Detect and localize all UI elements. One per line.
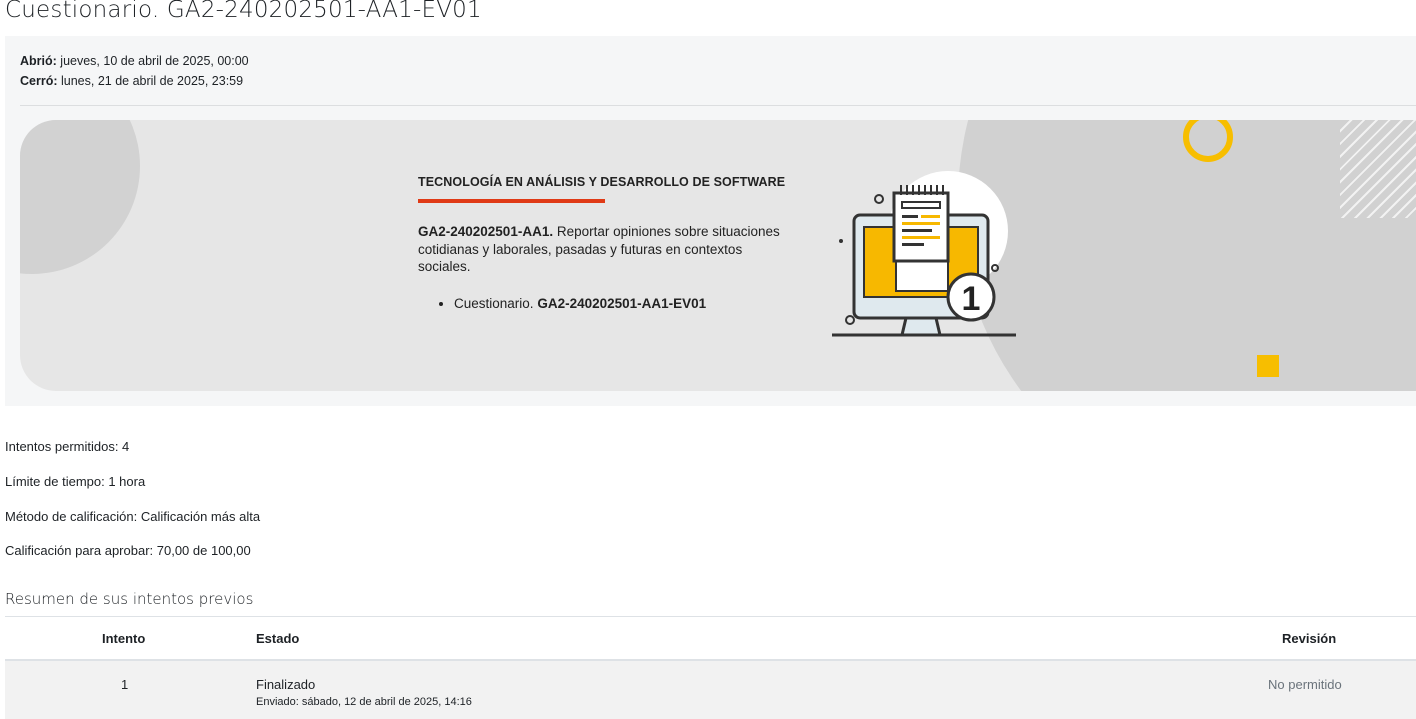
closed-value: lunes, 21 de abril de 2025, 23:59 — [61, 74, 244, 88]
bullet-code: GA2-240202501-AA1-EV01 — [537, 295, 707, 311]
activity-bullet-list: Cuestionario. GA2-240202501-AA1-EV01 — [418, 296, 788, 311]
column-header-state: Estado — [256, 631, 300, 646]
attempts-summary-heading: Resumen de sus intentos previos — [5, 590, 254, 608]
attempt-number: 1 — [121, 677, 129, 692]
program-title: TECNOLOGÍA EN ANÁLISIS Y DESARROLLO DE S… — [418, 175, 786, 189]
column-header-review: Revisión — [1282, 631, 1337, 646]
attempt-submitted-date: Enviado: sábado, 12 de abril de 2025, 14… — [256, 696, 472, 708]
column-header-attempt: Intento — [102, 631, 146, 646]
table-row — [5, 661, 1416, 719]
banner-decoration-square — [1257, 355, 1279, 377]
activity-bullet-item: Cuestionario. GA2-240202501-AA1-EV01 — [454, 296, 788, 311]
page-title: Cuestionario. GA2-240202501-AA1-EV01 — [5, 0, 482, 23]
banner-decoration-stripes — [1340, 120, 1416, 218]
activity-description: GA2-240202501-AA1. Reportar opiniones so… — [418, 223, 788, 276]
dates-divider — [20, 105, 1416, 106]
attempt-review-status: No permitido — [1268, 677, 1342, 692]
opened-label: Abrió: — [20, 54, 57, 68]
opened-value: jueves, 10 de abril de 2025, 00:00 — [60, 54, 249, 68]
banner-decoration-circle-left — [20, 120, 140, 274]
activity-dates: Abrió: jueves, 10 de abril de 2025, 00:0… — [20, 51, 249, 91]
attempts-allowed: Intentos permitidos: 4 — [5, 439, 130, 454]
quiz-computer-illustration: 1 — [832, 171, 1016, 337]
time-limit: Límite de tiempo: 1 hora — [5, 474, 146, 489]
banner-text: TECNOLOGÍA EN ANÁLISIS Y DESARROLLO DE S… — [418, 175, 788, 311]
activity-information: Abrió: jueves, 10 de abril de 2025, 00:0… — [5, 36, 1416, 406]
monitor-stand — [900, 316, 942, 337]
grade-to-pass: Calificación para aprobar: 70,00 de 100,… — [5, 543, 251, 558]
grading-method: Método de calificación: Calificación más… — [5, 509, 261, 524]
number-badge-label: 1 — [962, 280, 981, 318]
closed-date: Cerró: lunes, 21 de abril de 2025, 23:59 — [20, 71, 249, 91]
program-title-underline — [418, 199, 605, 203]
attempt-state: Finalizado — [256, 677, 316, 692]
closed-label: Cerró: — [20, 74, 58, 88]
table-top-rule — [5, 616, 1416, 617]
activity-banner: TECNOLOGÍA EN ANÁLISIS Y DESARROLLO DE S… — [20, 120, 1416, 391]
bullet-prefix: Cuestionario. — [454, 295, 534, 311]
opened-date: Abrió: jueves, 10 de abril de 2025, 00:0… — [20, 51, 249, 71]
activity-code: GA2-240202501-AA1. — [418, 224, 554, 239]
